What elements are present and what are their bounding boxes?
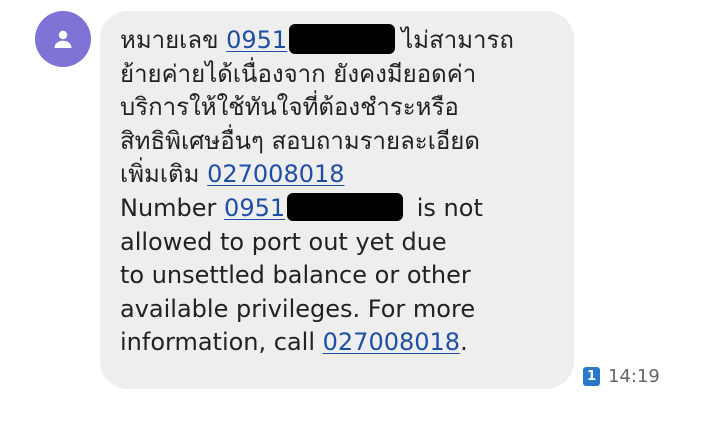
message-bubble[interactable]: หมายเลข 0951 ไม่สามารถ ย้ายค่ายได้เนื่องจ…: [100, 11, 574, 389]
message-line: Number 0951 is not: [120, 192, 564, 226]
phone-link[interactable]: 027008018: [323, 328, 460, 356]
message-line: ย้ายค่ายได้เนื่องจาก ยังคงมียอดค่า: [120, 59, 477, 88]
message-line: บริการให้ใช้ทันใจที่ต้องชำระหรือ: [120, 93, 459, 122]
sender-avatar[interactable]: [35, 11, 91, 67]
phone-link[interactable]: 027008018: [207, 160, 344, 188]
message-text: Number: [120, 193, 225, 222]
message-meta: 1 14:19: [583, 366, 660, 387]
message-line: สิทธิพิเศษอื่นๆ สอบถามรายละเอียด: [120, 126, 480, 155]
number-text: 0951: [226, 26, 288, 54]
sender-number-link[interactable]: 0951: [224, 192, 409, 222]
number-text: 0951: [224, 193, 286, 222]
redaction-mark: [289, 24, 396, 54]
message-text: เพิ่มเติม: [120, 160, 208, 189]
message-text: information, call: [120, 328, 323, 357]
message-text: หมายเลข: [120, 26, 227, 54]
sim-card-icon: 1: [583, 367, 600, 386]
sender-number-link[interactable]: 0951: [226, 24, 401, 54]
message-line: หมายเลข 0951 ไม่สามารถ: [120, 24, 564, 58]
message-text: .: [460, 328, 468, 357]
message-text: ไม่สามารถ: [401, 26, 514, 54]
message-line: to unsettled balance or other: [120, 261, 471, 290]
message-line: available privileges. For more: [120, 294, 476, 323]
message-line: allowed to port out yet due: [120, 227, 447, 256]
message-line: เพิ่มเติม 027008018: [120, 158, 564, 192]
message-line: information, call 027008018.: [120, 326, 564, 360]
message-timestamp: 14:19: [608, 366, 660, 387]
person-icon: [54, 30, 72, 48]
message-text: is not: [409, 193, 483, 222]
redaction-mark: [287, 192, 404, 221]
